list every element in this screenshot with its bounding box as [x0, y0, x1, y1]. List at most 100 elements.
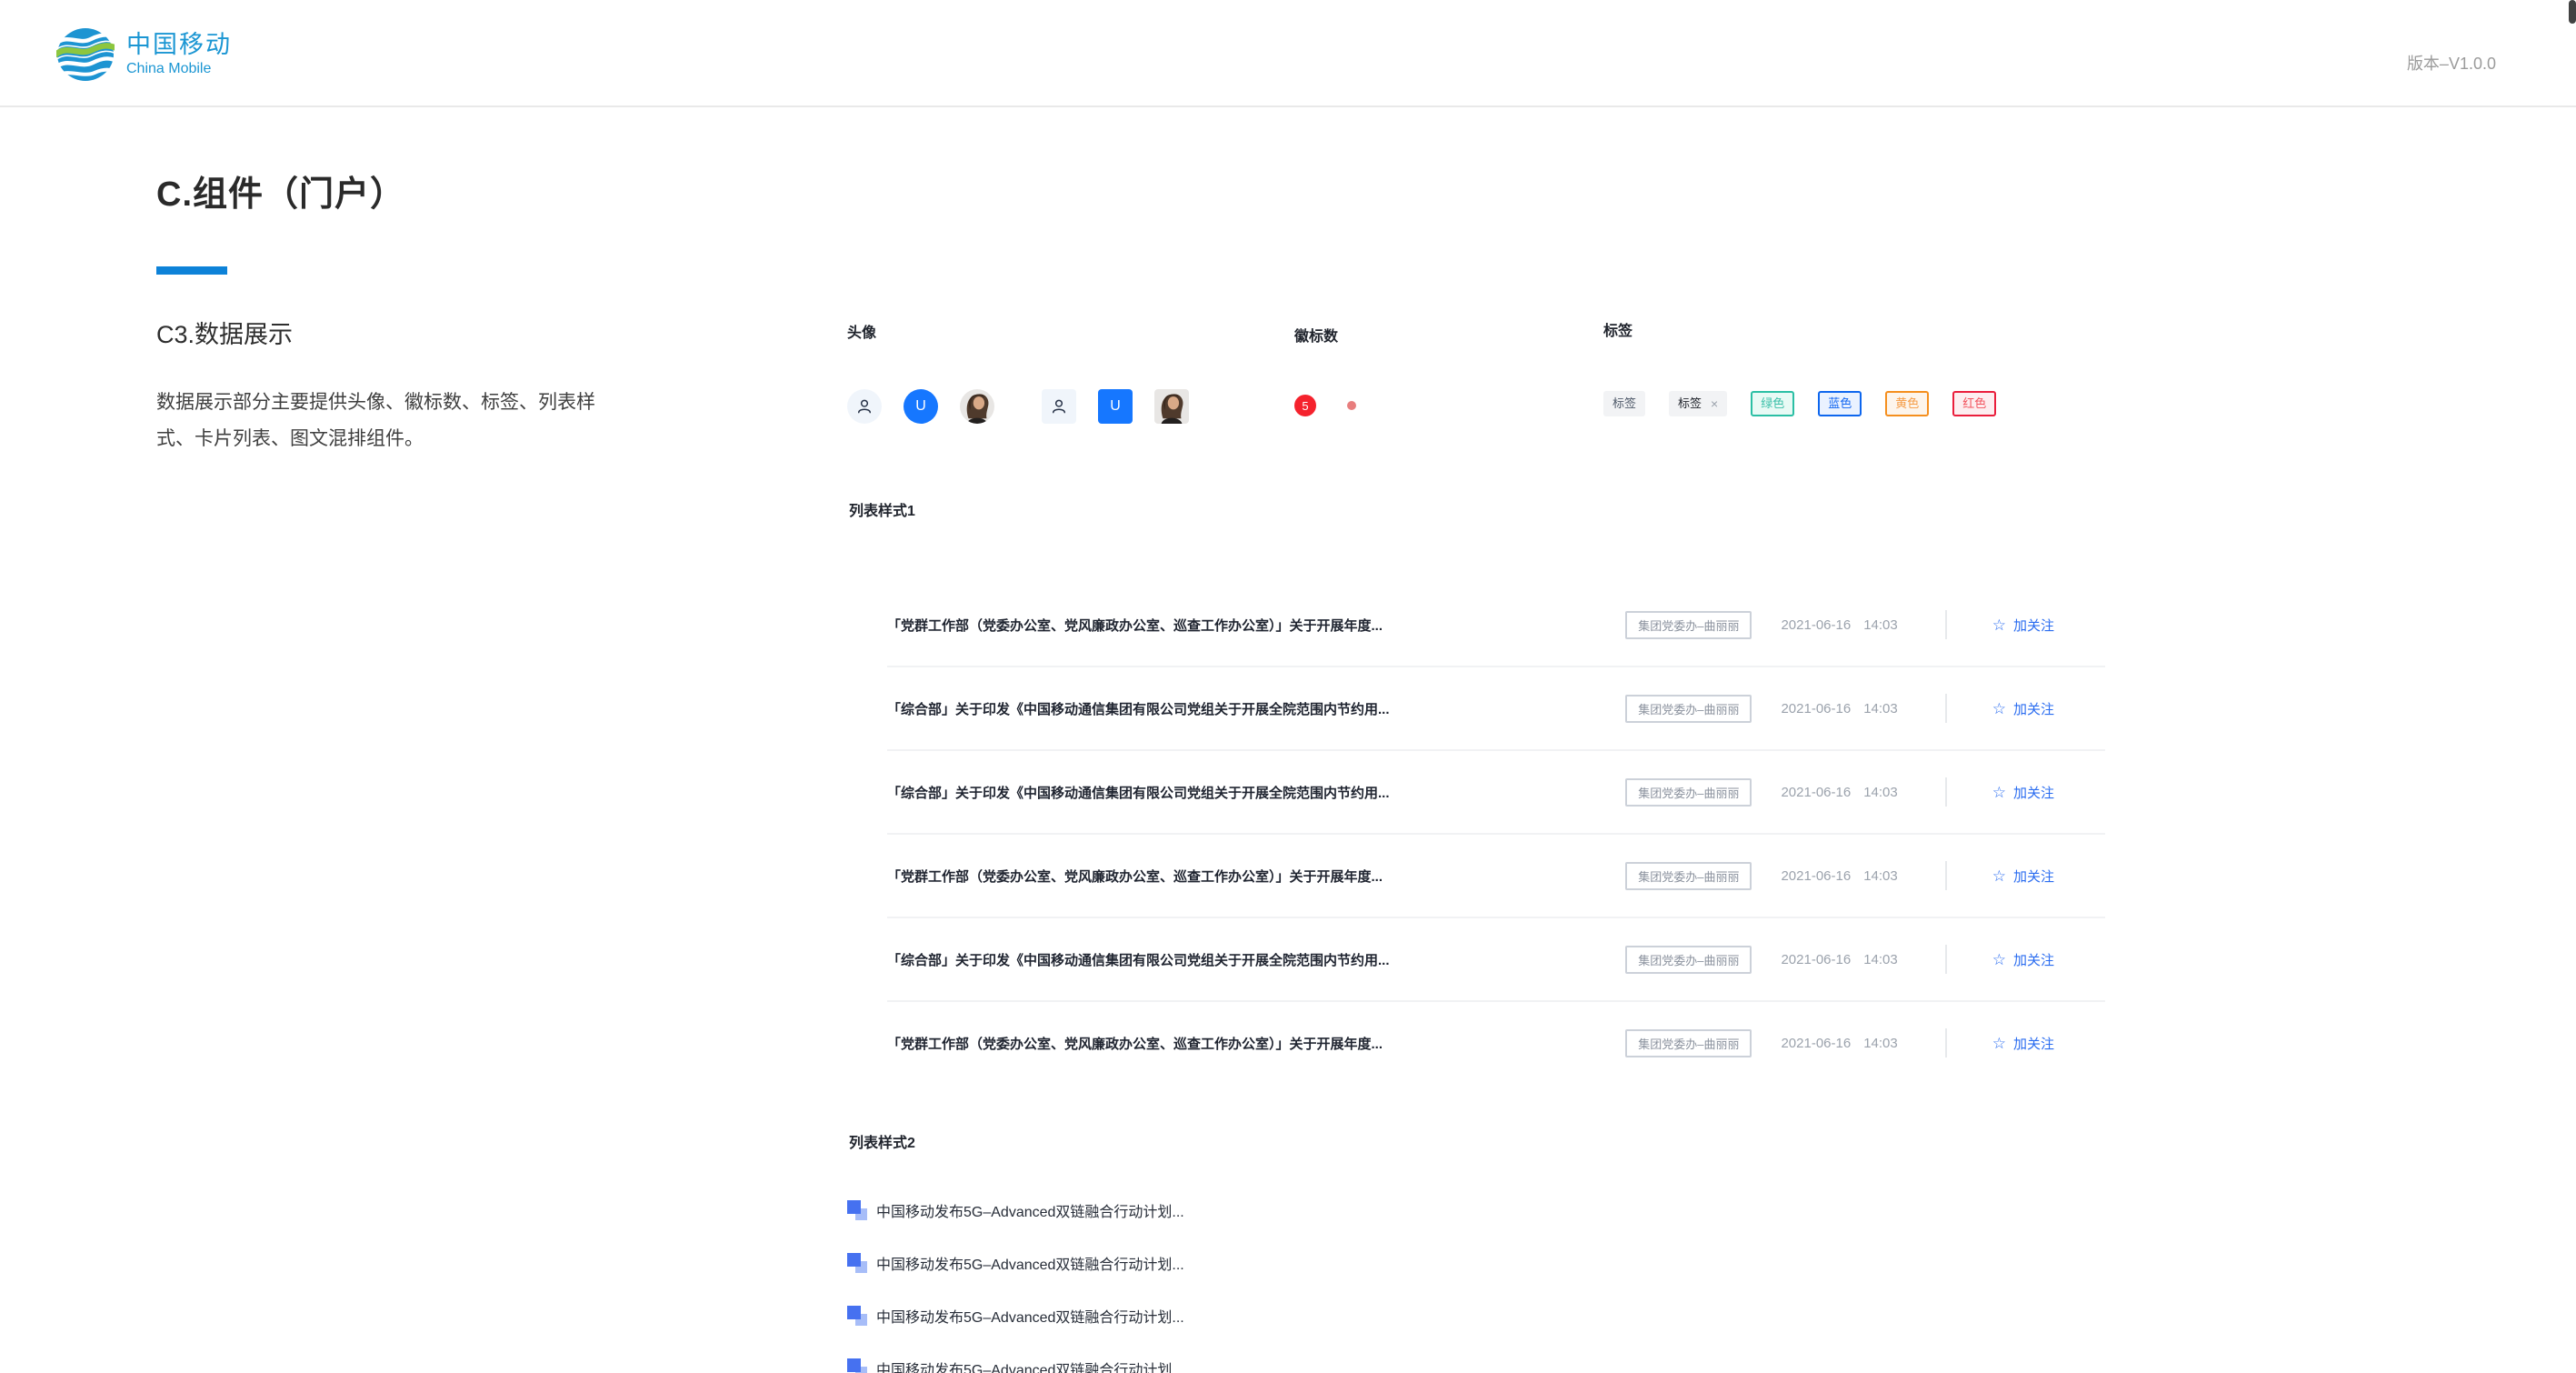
tag-section: 标签 标签 标签 × 绿色 蓝色 黄色 红色	[1603, 318, 1996, 416]
vertical-divider	[1945, 694, 1947, 723]
date-text: 2021-06-16	[1781, 701, 1851, 717]
follow-button[interactable]: ☆ 加关注	[1992, 699, 2054, 718]
follow-label: 加关注	[2013, 699, 2054, 718]
timestamp: 2021-06-16 14:03	[1781, 701, 1897, 717]
tag-section-label: 标签	[1603, 318, 1996, 340]
page-title: C.组件（门户）	[156, 165, 629, 215]
list-item-meta: 集团党委办–曲丽丽 2021-06-1614:03 ☆加关注	[1625, 777, 2105, 807]
doc-item-title[interactable]: 中国移动发布5G–Advanced双链融合行动计划...	[876, 1199, 1184, 1221]
star-icon: ☆	[1992, 701, 2006, 717]
document-icon	[847, 1306, 867, 1326]
source-tag: 集团党委办–曲丽丽	[1625, 946, 1752, 974]
timestamp: 2021-06-1614:03	[1781, 1036, 1897, 1051]
avatar-square-photo	[1154, 389, 1189, 424]
avatar-circle-initial: U	[904, 389, 938, 424]
avatar-circle-person	[847, 389, 882, 424]
brand-logo: 中国移动 China Mobile	[56, 27, 232, 82]
news-list: 「党群工作部（党委办公室、党风廉政办公室、巡查工作办公室）」关于开展年度... …	[887, 584, 2105, 1084]
doc-item-title[interactable]: 中国移动发布5G–Advanced双链融合行动计划...	[876, 1358, 1184, 1373]
tag-green: 绿色	[1751, 391, 1794, 416]
document-icon-front	[847, 1358, 861, 1372]
list-row: 「综合部」关于印发《中国移动通信集团有限公司党组关于开展全院范围内节约用... …	[887, 751, 2105, 835]
badge-count: 5	[1294, 395, 1316, 416]
follow-label: 加关注	[2013, 783, 2054, 802]
avatar-section: 头像 U	[847, 320, 1189, 424]
time-text: 14:03	[1863, 868, 1898, 884]
star-icon: ☆	[1992, 617, 2006, 633]
badge-section-label: 徽标数	[1294, 324, 1356, 346]
date-text: 2021-06-16	[1781, 1036, 1851, 1051]
document-icon	[847, 1200, 867, 1220]
list-row: 「党群工作部（党委办公室、党风廉政办公室、巡查工作办公室）」关于开展年度... …	[887, 835, 2105, 918]
list-row: 「党群工作部（党委办公室、党风廉政办公室、巡查工作办公室）」关于开展年度... …	[887, 1002, 2105, 1084]
time-text: 14:03	[1863, 952, 1898, 967]
list-row: 「党群工作部（党委办公室、党风廉政办公室、巡查工作办公室）」关于开展年度... …	[887, 584, 2105, 667]
list-item-title[interactable]: 「综合部」关于印发《中国移动通信集团有限公司党组关于开展全院范围内节约用...	[887, 699, 1390, 718]
list2-label: 列表样式2	[849, 1130, 915, 1152]
follow-button[interactable]: ☆加关注	[1992, 950, 2054, 969]
vertical-divider	[1945, 777, 1947, 807]
list-item-title[interactable]: 「综合部」关于印发《中国移动通信集团有限公司党组关于开展全院范围内节约用...	[887, 783, 1390, 802]
brand-name-en: China Mobile	[126, 61, 232, 77]
brand-text: 中国移动 China Mobile	[126, 31, 232, 77]
list1-label: 列表样式1	[849, 498, 915, 520]
follow-label: 加关注	[2013, 950, 2054, 969]
close-icon[interactable]: ×	[1711, 391, 1718, 416]
vertical-divider	[1945, 861, 1947, 890]
tag-closable-label: 标签	[1678, 391, 1702, 416]
avatar-row: U U	[847, 389, 1189, 424]
document-icon	[847, 1358, 867, 1373]
avatar-circle-photo	[960, 389, 994, 424]
star-icon: ☆	[1992, 785, 2006, 800]
timestamp: 2021-06-16 14:03	[1781, 952, 1897, 967]
star-icon: ☆	[1992, 1036, 2006, 1051]
time-text: 14:03	[1863, 785, 1898, 800]
vertical-divider	[1945, 610, 1947, 639]
page: 中国移动 China Mobile 版本–V1.0.0 C.组件（门户） C3.…	[0, 0, 2576, 1373]
document-icon-front	[847, 1253, 861, 1267]
section-subtitle: C3.数据展示	[156, 315, 629, 350]
doc-item-title[interactable]: 中国移动发布5G–Advanced双链融合行动计划...	[876, 1305, 1184, 1327]
date-text: 2021-06-16	[1781, 617, 1851, 633]
scrollbar-thumb[interactable]	[2569, 0, 2576, 24]
timestamp: 2021-06-1614:03	[1781, 617, 1897, 633]
list-row: 「综合部」关于印发《中国移动通信集团有限公司党组关于开展全院范围内节约用... …	[887, 667, 2105, 751]
date-text: 2021-06-16	[1781, 952, 1851, 967]
time-text: 14:03	[1863, 701, 1898, 717]
follow-button[interactable]: ☆加关注	[1992, 867, 2054, 886]
source-tag: 集团党委办–曲丽丽	[1625, 695, 1752, 723]
doc-list-item[interactable]: 中国移动发布5G–Advanced双链融合行动计划...	[847, 1355, 1184, 1373]
header: 中国移动 China Mobile 版本–V1.0.0	[0, 0, 2576, 107]
date-text: 2021-06-16	[1781, 785, 1851, 800]
list-item-title[interactable]: 「党群工作部（党委办公室、党风廉政办公室、巡查工作办公室）」关于开展年度...	[887, 1034, 1383, 1053]
doc-list-item[interactable]: 中国移动发布5G–Advanced双链融合行动计划...	[847, 1197, 1184, 1224]
follow-button[interactable]: ☆ 加关注	[1992, 783, 2054, 802]
person-icon	[855, 397, 874, 416]
list-item-title[interactable]: 「党群工作部（党委办公室、党风廉政办公室、巡查工作办公室）」关于开展年度...	[887, 616, 1383, 635]
timestamp: 2021-06-1614:03	[1781, 868, 1897, 884]
tag-closable: 标签 ×	[1669, 391, 1727, 416]
follow-label: 加关注	[2013, 867, 2054, 886]
doc-list-item[interactable]: 中国移动发布5G–Advanced双链融合行动计划...	[847, 1249, 1184, 1277]
avatar-section-label: 头像	[847, 320, 1189, 342]
badge-row: 5	[1294, 395, 1356, 416]
follow-label: 加关注	[2013, 616, 2054, 635]
china-mobile-logo-icon	[56, 27, 115, 82]
source-tag: 集团党委办–曲丽丽	[1625, 862, 1752, 890]
section-description: 数据展示部分主要提供头像、徽标数、标签、列表样式、卡片列表、图文混排组件。	[156, 385, 611, 457]
brand-name-cn: 中国移动	[126, 31, 232, 59]
list-item-title[interactable]: 「综合部」关于印发《中国移动通信集团有限公司党组关于开展全院范围内节约用...	[887, 950, 1390, 969]
avatar-square-person	[1042, 389, 1076, 424]
follow-label: 加关注	[2013, 1034, 2054, 1053]
document-icon-front	[847, 1306, 861, 1319]
list-item-meta: 集团党委办–曲丽丽 2021-06-16 14:03 ☆ 加关注	[1625, 694, 2105, 723]
doc-item-title[interactable]: 中国移动发布5G–Advanced双链融合行动计划...	[876, 1252, 1184, 1274]
list-item-meta: 集团党委办–曲丽丽 2021-06-1614:03 ☆加关注	[1625, 1028, 2105, 1057]
list-item-title[interactable]: 「党群工作部（党委办公室、党风廉政办公室、巡查工作办公室）」关于开展年度...	[887, 867, 1383, 886]
doc-list-item[interactable]: 中国移动发布5G–Advanced双链融合行动计划...	[847, 1302, 1184, 1329]
timestamp: 2021-06-16 14:03	[1781, 785, 1897, 800]
badge-dot	[1347, 401, 1356, 410]
follow-button[interactable]: ☆ 加关注	[1992, 616, 2054, 635]
list-item-meta: 集团党委办–曲丽丽 2021-06-1614:03 ☆加关注	[1625, 861, 2105, 890]
follow-button[interactable]: ☆ 加关注	[1992, 1034, 2054, 1053]
